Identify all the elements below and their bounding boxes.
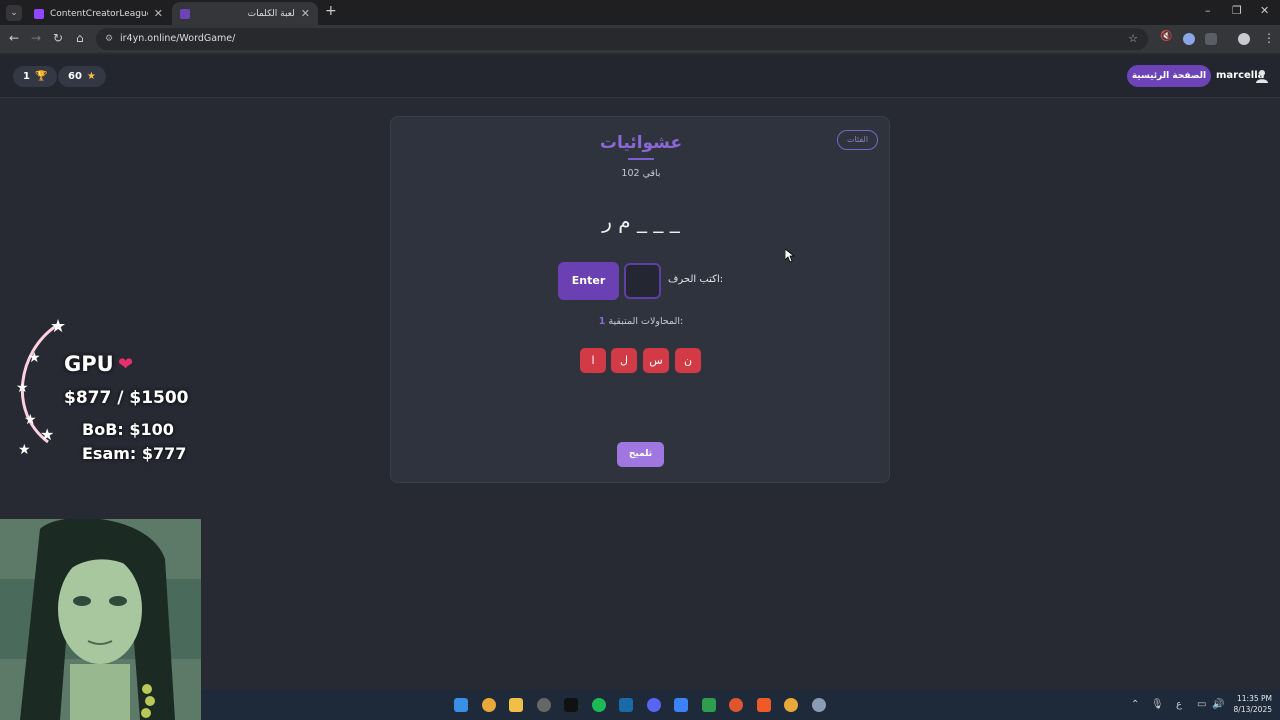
clock-time: 11:35 PM [1237,694,1272,703]
spotify-icon[interactable] [592,698,606,712]
category-title: عشوائيات [599,133,683,153]
chrome-active-icon[interactable] [784,698,798,712]
word-game-card: الفئات عشوائيات باقي 102 م ر _ _ _ Enter… [390,116,890,483]
new-tab-button[interactable]: + [325,3,337,19]
home-page-button[interactable]: الصفحة الرئيسية [1127,65,1211,87]
heart-icon: ❤ [118,354,134,375]
system-clock[interactable]: 11:35 PM 8/13/2025 [1232,693,1272,715]
browser-toolbar: ← → ↻ ⌂ ⚙ ir4yn.online/WordGame/ ☆ 🔇 ⋮ [0,25,1280,54]
reload-icon[interactable]: ↻ [53,31,63,45]
mute-tab-icon[interactable]: 🔇 [1160,31,1172,43]
star-icon: ★ [86,71,96,82]
chrome-taskbar-icon[interactable] [482,698,496,712]
home-icon[interactable]: ⌂ [76,31,84,45]
trophy-counter: 1 🏆 [13,66,58,87]
url-text: ir4yn.online/WordGame/ [120,33,236,44]
used-letter: ن [675,348,701,373]
clock-date: 8/13/2025 [1233,705,1272,714]
enter-button[interactable]: Enter [558,262,619,300]
used-letter: ا [580,348,606,373]
letter-input[interactable] [624,263,661,299]
tiktok-icon[interactable] [564,698,578,712]
windows-start-icon[interactable] [454,698,468,712]
profile-avatar-icon[interactable] [1238,33,1250,45]
app-icon[interactable] [729,698,743,712]
volume-icon[interactable]: 🔊 [1212,699,1224,710]
back-icon[interactable]: ← [9,31,19,45]
minimize-button[interactable]: – [1205,4,1211,17]
windows-taskbar: ⌃ 🎙 ع ▭ 🔊 [201,690,1280,720]
tab-twitch[interactable]: ContentCreatorLeague - Twitch ✕ [26,2,171,25]
close-tab-icon[interactable]: ✕ [154,7,163,20]
tab-title: لعبة الكلمات [247,8,295,19]
discord-icon[interactable] [647,698,661,712]
app-icon[interactable] [674,698,688,712]
gpu-goal-progress: $877 / $1500 [64,388,189,408]
obs-icon[interactable] [537,698,551,712]
word-display: م ر _ _ _ [602,209,680,233]
donor-entry: BoB: $100 [82,420,174,439]
remaining-words: باقي 102 [621,168,661,179]
tab-title: ContentCreatorLeague - Twitch [50,8,148,19]
tab-word-game[interactable]: لعبة الكلمات ✕ [172,2,318,25]
webcam-feed [0,519,201,720]
display-icon[interactable]: ▭ [1197,699,1206,710]
trophy-icon: 🏆 [34,71,48,82]
file-explorer-icon[interactable] [509,698,523,712]
twitch-favicon-icon [34,8,44,19]
attempts-value: 1 [598,316,606,327]
star-arc-decoration: ★ ★ ★ ★ ★ ★ [16,316,66,458]
language-indicator[interactable]: ع [1176,699,1182,710]
donor-entry: Esam: $777 [82,444,187,463]
donation-goal-overlay: ★ ★ ★ ★ ★ ★ GPU ❤ $877 / $1500 BoB: $100… [8,312,208,472]
mouse-cursor-icon [785,249,795,263]
settings-icon[interactable] [812,698,826,712]
used-letter: ل [611,348,637,373]
maximize-button[interactable]: ❐ [1232,4,1242,17]
close-tab-icon[interactable]: ✕ [301,7,310,20]
title-underline [628,158,654,160]
site-settings-icon[interactable]: ⚙ [105,28,113,50]
svg-text:★: ★ [50,316,66,337]
stars-count: 60 [68,71,82,82]
svg-text:★: ★ [28,350,41,366]
attempts-label: المحاولات المتبقية: [608,316,684,327]
bookmark-star-icon[interactable]: ☆ [1128,28,1138,50]
extensions-icon[interactable] [1205,33,1217,45]
hint-button[interactable]: تلميح [617,442,664,467]
svg-text:★: ★ [18,442,31,458]
letter-input-label: اكتب الحرف: [668,274,724,285]
spreadsheet-icon[interactable] [702,698,716,712]
used-letter: س [643,348,669,373]
brave-icon[interactable] [757,698,771,712]
forward-icon[interactable]: → [31,31,41,45]
svg-text:★: ★ [24,412,37,428]
microphone-icon[interactable]: 🎙 [1151,699,1164,710]
trophy-count: 1 [23,71,30,82]
gpu-goal-title: GPU [64,352,114,376]
svg-text:★: ★ [16,380,29,396]
webcam-image [0,519,201,720]
user-icon[interactable] [1256,69,1268,83]
more-menu-icon[interactable]: ⋮ [1263,31,1275,45]
close-window-button[interactable]: ✕ [1260,4,1269,17]
steam-icon[interactable] [619,698,633,712]
browser-tab-bar: ⌄ ContentCreatorLeague - Twitch ✕ لعبة ا… [0,0,1280,25]
profile-extension-icon[interactable] [1183,33,1195,45]
tab-search-icon[interactable]: ⌄ [6,5,22,21]
svg-text:★: ★ [40,425,54,444]
stars-counter: 60 ★ [58,66,106,87]
tray-chevron-icon[interactable]: ⌃ [1131,699,1139,710]
word-game-favicon-icon [180,8,190,19]
used-letters: ا ل س ن [580,348,702,373]
address-bar[interactable]: ⚙ ir4yn.online/WordGame/ ☆ [96,28,1148,50]
attempts-remaining: 1 المحاولات المتبقية: [391,316,891,327]
site-header: 1 🏆 60 ★ الصفحة الرئيسية marcella [0,55,1280,98]
